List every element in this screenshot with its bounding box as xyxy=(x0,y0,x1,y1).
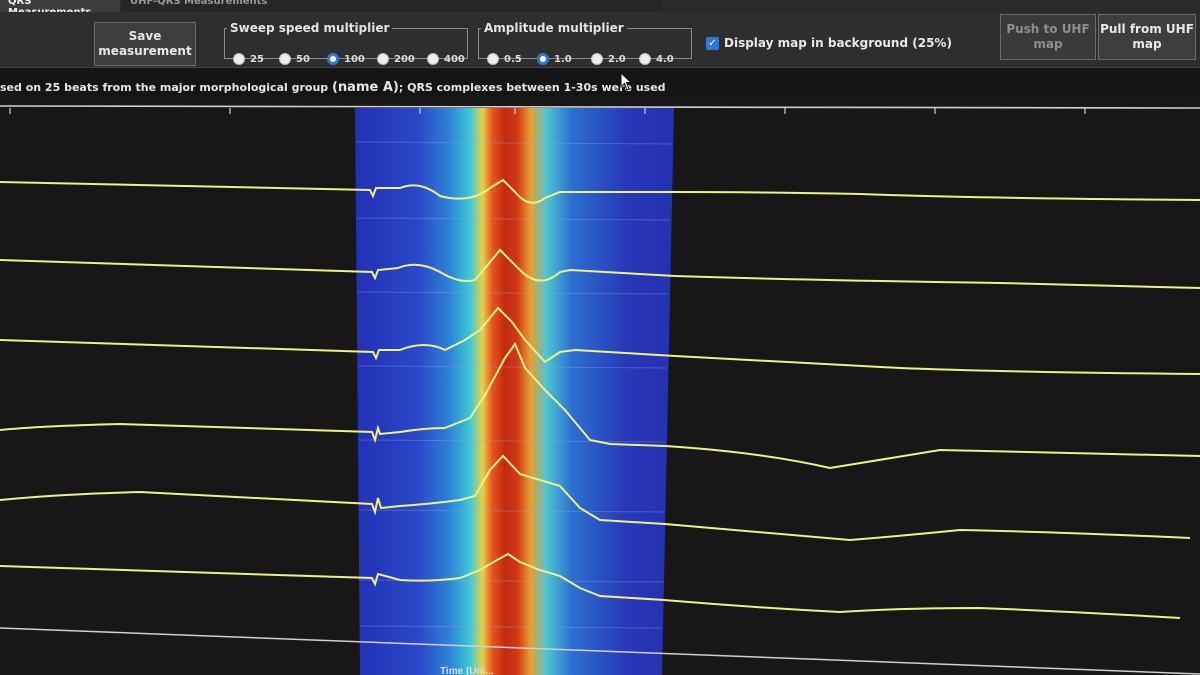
group-name: (name A) xyxy=(331,80,399,95)
amplitude-radio-2.0[interactable]: 2.0 xyxy=(591,53,626,65)
info-prefix: sed on 25 beats from the major morpholog… xyxy=(0,81,332,94)
amplitude-radio-1.0[interactable]: 1.0 xyxy=(537,53,572,65)
mouse-cursor-icon xyxy=(620,72,633,91)
tab-qrs-measurements[interactable]: QRS Measurements xyxy=(0,0,120,18)
radio-dot xyxy=(279,53,291,65)
x-axis-label: Time (Uni... xyxy=(440,666,494,675)
display-map-label: Display map in background (25%) xyxy=(724,36,952,50)
radio-dot xyxy=(639,53,651,65)
sweep-radio-400[interactable]: 400 xyxy=(427,53,465,65)
tab-bar: QRS Measurements UHF-QRS Measurements xyxy=(0,0,1200,18)
sweep-radio-label: 100 xyxy=(344,53,365,65)
save-measurement-button[interactable]: Save measurement xyxy=(94,22,196,66)
amplitude-radio-label: 0.5 xyxy=(504,53,522,65)
push-to-uhf-map-button[interactable]: Push to UHF map xyxy=(1000,14,1096,60)
sweep-radio-100[interactable]: 100 xyxy=(327,53,365,65)
amplitude-radio-label: 4.0 xyxy=(656,53,674,65)
sweep-radio-200[interactable]: 200 xyxy=(377,53,415,65)
radio-dot-selected xyxy=(537,53,549,65)
amplitude-legend: Amplitude multiplier xyxy=(484,21,624,35)
amplitude-radio-0.5[interactable]: 0.5 xyxy=(487,53,522,65)
measurement-info-text: sed on 25 beats from the major morpholog… xyxy=(0,80,666,95)
sweep-radio-25[interactable]: 25 xyxy=(233,53,264,65)
tab-uhf-qrs-measurements[interactable]: UHF-QRS Measurements xyxy=(122,0,662,12)
sweep-radio-label: 400 xyxy=(444,53,465,65)
amplitude-radio-label: 1.0 xyxy=(554,53,572,65)
sweep-speed-group: Sweep speed multiplier 25 50 100 200 400 xyxy=(224,21,468,65)
sweep-radio-label: 200 xyxy=(394,53,415,65)
radio-dot xyxy=(233,53,245,65)
pull-from-uhf-map-button[interactable]: Pull from UHF map xyxy=(1098,14,1196,60)
sweep-speed-legend: Sweep speed multiplier xyxy=(230,21,390,35)
sweep-radio-label: 50 xyxy=(296,53,310,65)
sweep-radio-50[interactable]: 50 xyxy=(279,53,310,65)
radio-dot xyxy=(487,53,499,65)
radio-dot xyxy=(427,53,439,65)
checkmark-icon: ✓ xyxy=(706,36,719,50)
toolbar: Save measurement Sweep speed multiplier … xyxy=(0,12,1200,68)
background-heat-map xyxy=(355,108,674,675)
amplitude-radio-4.0[interactable]: 4.0 xyxy=(639,53,674,65)
radio-dot-selected xyxy=(327,53,339,65)
radio-dot xyxy=(591,53,603,65)
ecg-plot: Time (Uni... xyxy=(0,100,1200,675)
sweep-radio-label: 25 xyxy=(250,53,264,65)
amplitude-radio-label: 2.0 xyxy=(608,53,626,65)
radio-dot xyxy=(377,53,389,65)
display-map-checkbox[interactable]: ✓ Display map in background (25%) xyxy=(706,36,952,50)
amplitude-group: Amplitude multiplier 0.5 1.0 2.0 4.0 xyxy=(478,21,692,65)
